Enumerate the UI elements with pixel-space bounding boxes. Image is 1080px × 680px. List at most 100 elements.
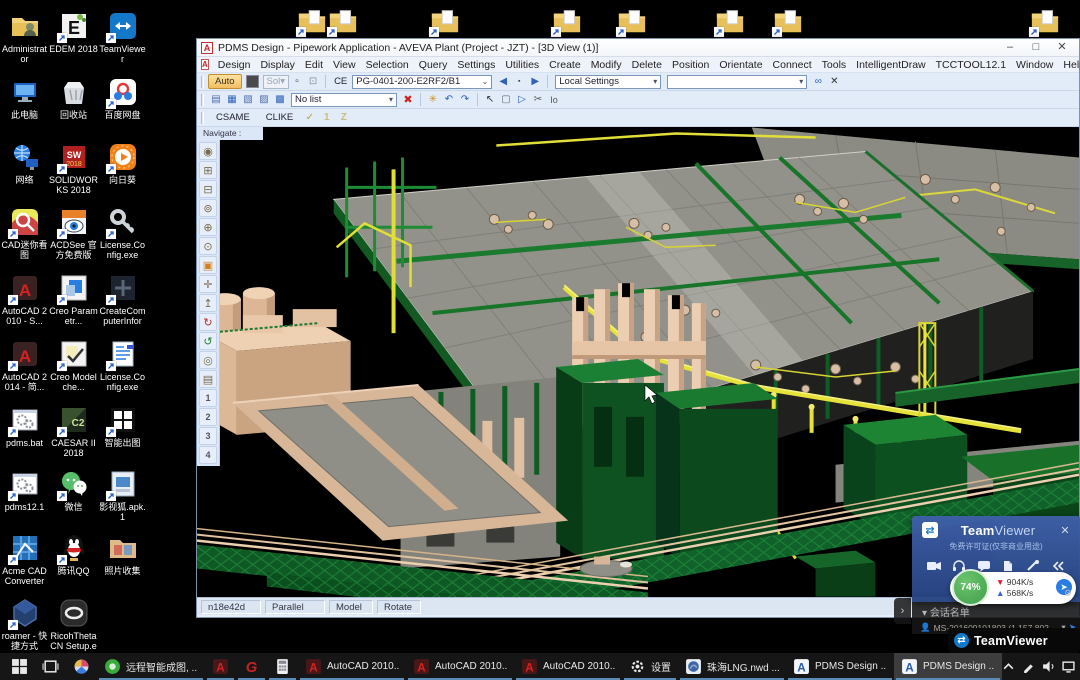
zoom-globe-icon[interactable]: ⊚: [199, 199, 217, 217]
maximize-icon[interactable]: □: [1023, 40, 1049, 56]
rotate-ccw-icon[interactable]: ↺: [199, 332, 217, 350]
ce-element-input[interactable]: PG-0401-200-E2RF2/B1⌄: [352, 75, 492, 89]
desktop-icon-wechat[interactable]: 微信: [49, 468, 98, 512]
desktop-icon-autocad[interactable]: AAutoCAD 2014 - 简...: [0, 338, 49, 392]
desktop-icon-acme-cad[interactable]: Acme CAD Converter: [0, 532, 49, 586]
walk-icon[interactable]: ◉: [199, 142, 217, 160]
desktop-folder-icon[interactable]: [328, 6, 358, 36]
new-window-icon[interactable]: ▧: [240, 92, 256, 107]
undo-icon[interactable]: ↶: [441, 92, 457, 107]
zoom-out-icon[interactable]: ⊟: [199, 180, 217, 198]
rotate-cw-icon[interactable]: ↻: [199, 313, 217, 331]
binoculars-icon[interactable]: ∞: [810, 74, 826, 89]
view-1-icon[interactable]: 1: [199, 389, 217, 407]
lock-icon[interactable]: ⊡: [305, 74, 321, 89]
members-icon[interactable]: ▩: [272, 92, 288, 107]
select-cursor-icon[interactable]: ↖: [482, 92, 498, 107]
macro-one-icon[interactable]: 1: [318, 110, 335, 125]
pan-icon[interactable]: ✛: [199, 275, 217, 293]
pdms-window-1[interactable]: APDMS Design ...: [786, 653, 894, 680]
desktop-icon-autocad[interactable]: AAutoCAD 2010 - S...: [0, 272, 49, 326]
menu-create[interactable]: Create: [544, 59, 586, 71]
clear-search-icon[interactable]: ✕: [826, 74, 842, 89]
autocad-window-2[interactable]: AAutoCAD 2010...: [406, 653, 514, 680]
desktop-icon-cad-mini-viewer[interactable]: CAD迷你看图: [0, 206, 49, 260]
menu-modify[interactable]: Modify: [586, 59, 627, 71]
modify-icon[interactable]: ✳: [425, 92, 441, 107]
desktop-icon-sunflower[interactable]: 向日葵: [98, 141, 147, 185]
desktop-folder-icon[interactable]: [715, 6, 745, 36]
desktop-folder-icon[interactable]: [773, 6, 803, 36]
zoom-in-icon[interactable]: ⊕: [199, 218, 217, 236]
close-icon[interactable]: ✕: [1049, 40, 1075, 56]
menu-tcctool12-1[interactable]: TCCTOOL12.1: [931, 59, 1011, 71]
desktop-icon-roamer[interactable]: roamer - 快捷方式: [0, 597, 49, 651]
elevate-icon[interactable]: ↥: [199, 294, 217, 312]
network-speed-widget[interactable]: 74% ▼ 904K/s ▲ 568K/s ➤: [950, 572, 1076, 604]
view-2-icon[interactable]: 2: [199, 408, 217, 426]
magnifier-icon[interactable]: ⊙: [199, 237, 217, 255]
tile-window-icon[interactable]: ▨: [256, 92, 272, 107]
desktop-icon-acdsee[interactable]: ACDSee 官方免费版: [49, 206, 98, 260]
gear-icon[interactable]: ⚙: [1064, 588, 1072, 599]
nav-back-icon[interactable]: ◀: [495, 74, 511, 89]
tools-icon[interactable]: [1025, 559, 1041, 573]
remote-smart-draw-window[interactable]: 远程智能成图, ...: [97, 653, 205, 680]
csame-button[interactable]: CSAME: [208, 110, 258, 125]
autocad-window-1[interactable]: AAutoCAD 2010...: [298, 653, 406, 680]
desktop-icon-apk-file[interactable]: 影视狐.apk.1: [98, 468, 147, 522]
menu-utilities[interactable]: Utilities: [500, 59, 544, 71]
file-transfer-icon[interactable]: [1000, 559, 1016, 573]
autocad-pinned[interactable]: A: [205, 653, 236, 680]
redo-icon[interactable]: ↷: [457, 92, 473, 107]
desktop-folder-icon[interactable]: [1030, 6, 1060, 36]
cut-icon[interactable]: ✂: [530, 92, 546, 107]
desktop-icon-pdms-bat[interactable]: pdms.bat: [0, 404, 49, 448]
video-icon[interactable]: [926, 559, 942, 573]
pen-icon[interactable]: [1022, 660, 1035, 673]
menu-query[interactable]: Query: [414, 59, 453, 71]
clike-button[interactable]: CLIKE: [258, 110, 301, 125]
list-select[interactable]: No list▾: [291, 93, 397, 107]
navisworks-window[interactable]: 珠海LNG.nwd ...: [678, 653, 786, 680]
desktop-icon-ricoh-theta[interactable]: RicohThetaCN Setup.exe: [49, 597, 98, 652]
session-panel-collapse-tab[interactable]: ›: [894, 598, 911, 624]
desktop-folder-icon[interactable]: [617, 6, 647, 36]
nav-forward-icon[interactable]: ▶: [527, 74, 543, 89]
menu-display[interactable]: Display: [255, 59, 299, 71]
desktop-icon-solidworks[interactable]: SW2018SOLIDWORKS 2018: [49, 141, 98, 195]
gstarcad-pinned[interactable]: G: [236, 653, 267, 680]
auto-button[interactable]: Auto: [208, 74, 242, 89]
task-view-button[interactable]: [35, 653, 66, 680]
monitor-icon[interactable]: [1062, 660, 1075, 673]
menu-position[interactable]: Position: [667, 59, 714, 71]
copy-icon[interactable]: ▤: [208, 92, 224, 107]
menu-help[interactable]: Help: [1058, 59, 1080, 71]
search-select[interactable]: ▾: [667, 75, 807, 89]
desktop-icon-photo-folder[interactable]: 照片收集: [98, 532, 147, 576]
nav-current-icon[interactable]: ▪: [511, 74, 527, 89]
toolbar-grip[interactable]: [201, 94, 204, 106]
menu-orientate[interactable]: Orientate: [714, 59, 767, 71]
save-icon[interactable]: ▦: [224, 92, 240, 107]
desktop-folder-icon[interactable]: [552, 6, 582, 36]
clipboard-icon[interactable]: ▤: [199, 370, 217, 388]
menu-intelligentdraw[interactable]: IntelligentDraw: [851, 59, 930, 71]
hold-button[interactable]: ▫: [289, 74, 305, 89]
desktop-icon-create-computer-info[interactable]: CreateComputerInform...: [98, 272, 147, 327]
collapse-icon[interactable]: [1050, 559, 1066, 573]
macro-z-icon[interactable]: Z: [335, 110, 352, 125]
zoom-window-icon[interactable]: ⊞: [199, 161, 217, 179]
desktop-icon-folder-user[interactable]: Administrator: [0, 10, 49, 64]
toolbar-grip[interactable]: [201, 112, 204, 124]
eye-icon[interactable]: ◎: [199, 351, 217, 369]
desktop-icon-license-key[interactable]: License.Config.exe: [98, 206, 147, 260]
settings-scope-select[interactable]: Local Settings▾: [555, 75, 661, 89]
menu-window[interactable]: Window: [1011, 59, 1058, 71]
desktop-icon-creo-modelcheck[interactable]: Creo Modelche...: [49, 338, 98, 392]
minimize-icon[interactable]: –: [997, 40, 1023, 56]
pinned-colorful-app[interactable]: [66, 653, 97, 680]
desktop-folder-icon[interactable]: [430, 6, 460, 36]
desktop-icon-edem[interactable]: EEDEM 2018: [49, 10, 98, 54]
desktop-icon-pdms-bat[interactable]: pdms12.1: [0, 468, 49, 512]
